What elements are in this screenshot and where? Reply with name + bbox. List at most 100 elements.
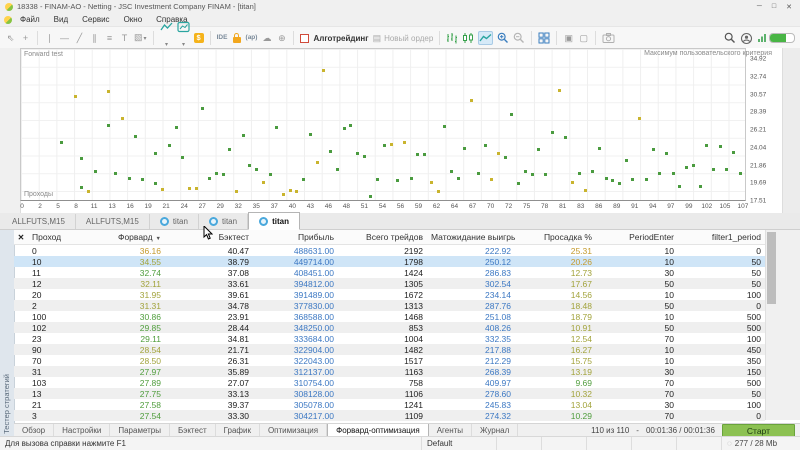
chart-tab-ALLFUTS,M15[interactable]: ALLFUTS,M15	[76, 214, 150, 229]
tile-windows-icon[interactable]	[538, 32, 550, 44]
x-tick-label: 5	[56, 203, 60, 210]
table-row-pass-3[interactable]: 3 27.54 33.30 304217.00 1109 274.32 10.29 70 0	[14, 410, 765, 421]
chart-right-margin	[782, 48, 800, 213]
column-header-label: Матожидание выигрыша	[431, 232, 515, 242]
scatter-point	[577, 171, 581, 175]
zoom-in-icon[interactable]	[497, 32, 509, 44]
text-tool-icon[interactable]: T	[119, 28, 130, 48]
table-row-pass-0[interactable]: 0 36.16 40.47 488631.00 2192 222.92 25.31 10 0	[14, 245, 765, 256]
chart-tab-label: titan	[172, 217, 188, 226]
status-cell	[631, 437, 676, 450]
cloud-icon[interactable]: ☁	[261, 28, 272, 48]
bars-chart-icon[interactable]	[446, 32, 458, 44]
x-tick-label: 0	[20, 203, 24, 210]
new-order-button[interactable]: ▤ Новый ордер	[373, 33, 434, 44]
algotrading-toggle[interactable]: Алготрейдинг	[300, 33, 369, 43]
line-chart-icon[interactable]	[478, 31, 494, 45]
y-tick-label: 32.74	[750, 73, 767, 81]
column-header-trades[interactable]: Всего трейдов	[338, 232, 427, 242]
close-button[interactable]: ✕	[786, 3, 792, 11]
chart-tab-titan[interactable]: titan	[248, 212, 300, 230]
cell-expectancy: 287.76	[485, 300, 511, 311]
table-row-pass-10[interactable]: 10 34.55 38.79 449714.00 1798 250.12 20.26 10 50	[14, 256, 765, 267]
table-row-pass-20[interactable]: 20 31.95 39.61 391489.00 1672 234.14 14.56 10 10…	[14, 289, 765, 300]
x-tick-label: 2	[38, 203, 42, 210]
column-header-pass[interactable]: Проход	[28, 232, 95, 242]
table-row-pass-31[interactable]: 31 27.97 35.89 312137.00 1163 268.39 13.19 30 15…	[14, 366, 765, 377]
scatter-point	[382, 143, 386, 147]
vertical-line-icon[interactable]: ∣	[44, 28, 55, 48]
column-header-forward[interactable]: Форвард ▼	[95, 232, 165, 242]
cell-backtest: 40.47	[227, 245, 249, 256]
toolbar-separator	[152, 31, 154, 45]
x-tick-label: 91	[631, 203, 639, 210]
undock-window-icon[interactable]: ▢	[578, 28, 589, 48]
table-row-pass-102[interactable]: 102 29.85 28.44 348250.00 853 408.26 10.91 50 50…	[14, 322, 765, 333]
x-tick-label: 102	[701, 203, 713, 210]
table-row-pass-13[interactable]: 13 27.75 33.13 308128.00 1106 278.60 10.32 70 50	[14, 388, 765, 399]
zoom-out-icon[interactable]	[513, 32, 525, 44]
maximize-button[interactable]: □	[772, 3, 776, 11]
lock-icon[interactable]	[232, 32, 242, 44]
cell-profit: 348250.00	[293, 322, 334, 333]
scatter-point	[127, 176, 131, 180]
cell-backtest: 34.81	[227, 333, 249, 344]
trendline-icon[interactable]: ╱	[74, 28, 85, 48]
table-row-pass-70[interactable]: 70 28.50 26.31 322043.00 1517 212.29 15.75 10 35…	[14, 355, 765, 366]
cell-trades: 1163	[404, 366, 423, 377]
table-row-pass-90[interactable]: 90 28.54 21.71 322904.00 1482 217.88 16.27 10 45…	[14, 344, 765, 355]
menu-item-Окно[interactable]: Окно	[117, 14, 150, 25]
dropdown-arrow-icon[interactable]: ▾	[144, 36, 147, 42]
table-scrollbar-thumb[interactable]	[767, 232, 776, 304]
globe-icon[interactable]: ⊕	[276, 28, 287, 48]
channel-icon[interactable]: ∥	[89, 28, 100, 48]
algotrading-checkbox-icon	[300, 33, 310, 43]
table-row-pass-2[interactable]: 2 31.31 34.78 377830.00 1313 287.76 18.48 50 0	[14, 300, 765, 311]
dock-window-icon[interactable]: ▣	[563, 28, 574, 48]
cursor-icon[interactable]: ⇖	[5, 28, 16, 48]
chart-tab-label: ALLFUTS,M15	[12, 217, 65, 226]
exclude-column-header[interactable]: ✕	[14, 233, 28, 242]
x-tick-label: 83	[577, 203, 585, 210]
camera-icon[interactable]	[602, 32, 615, 44]
crosshair-icon[interactable]: +	[20, 28, 31, 48]
symbols-icon[interactable]: $	[193, 33, 204, 43]
profile-icon[interactable]	[740, 32, 753, 45]
minimize-button[interactable]: ─	[757, 3, 762, 11]
scatter-point	[114, 172, 118, 176]
menu-item-Сервис[interactable]: Сервис	[75, 14, 116, 25]
table-row-pass-23[interactable]: 23 29.11 34.81 333684.00 1004 332.35 12.54 70 10…	[14, 333, 765, 344]
cell-forward: 29.85	[139, 322, 161, 333]
chart-tab-titan[interactable]: titan	[150, 214, 199, 229]
column-header-filter1_period[interactable]: filter1_period	[678, 232, 765, 242]
cell-backtest: 39.61	[227, 289, 249, 300]
search-icon[interactable]	[724, 32, 736, 44]
column-header-expectancy[interactable]: Матожидание выигрыша	[427, 232, 515, 242]
horizontal-line-icon[interactable]: ―	[59, 28, 70, 48]
status-profile[interactable]: Default	[421, 437, 496, 450]
shapes-icon[interactable]: ▧▾	[134, 27, 147, 49]
table-row-pass-11[interactable]: 11 32.74 37.08 408451.00 1424 286.83 12.73 30 50	[14, 267, 765, 278]
metaeditor-ide-icon[interactable]: IDE	[217, 28, 228, 48]
cell-profit: 310754.00	[293, 377, 334, 388]
column-header-period_enter[interactable]: PeriodEnter	[596, 232, 678, 242]
menu-item-Вид[interactable]: Вид	[47, 14, 75, 25]
connection-status-icon	[757, 32, 795, 44]
menu-item-Файл[interactable]: Файл	[13, 14, 47, 25]
scatter-point	[490, 178, 494, 182]
table-right-gap	[776, 230, 800, 420]
cell-trades: 2192	[404, 245, 423, 256]
candles-chart-icon[interactable]	[462, 32, 474, 44]
cell-backtest: 33.13	[227, 388, 249, 399]
chart-tab-ALLFUTS,M15[interactable]: ALLFUTS,M15	[2, 214, 76, 229]
x-tick-label: 64	[450, 203, 459, 210]
table-row-pass-12[interactable]: 12 32.11 33.61 394812.00 1305 302.54 17.67 50 50	[14, 278, 765, 289]
fibonacci-icon[interactable]: ≡	[104, 28, 115, 48]
table-row-pass-100[interactable]: 100 30.86 23.91 368588.00 1468 251.08 18.79 10 5…	[14, 311, 765, 322]
column-header-profit[interactable]: Прибыль	[253, 232, 338, 242]
column-header-drawdown[interactable]: Просадка %	[515, 232, 596, 242]
api-icon[interactable]: (ap)	[246, 28, 258, 48]
table-row-pass-103[interactable]: 103 27.89 27.07 310754.00 758 409.97 9.69 70 500	[14, 377, 765, 388]
tester-side-strip[interactable]: Тестер стратегий	[0, 230, 15, 437]
table-row-pass-21[interactable]: 21 27.58 39.37 305078.00 1241 245.83 13.04 30 10…	[14, 399, 765, 410]
